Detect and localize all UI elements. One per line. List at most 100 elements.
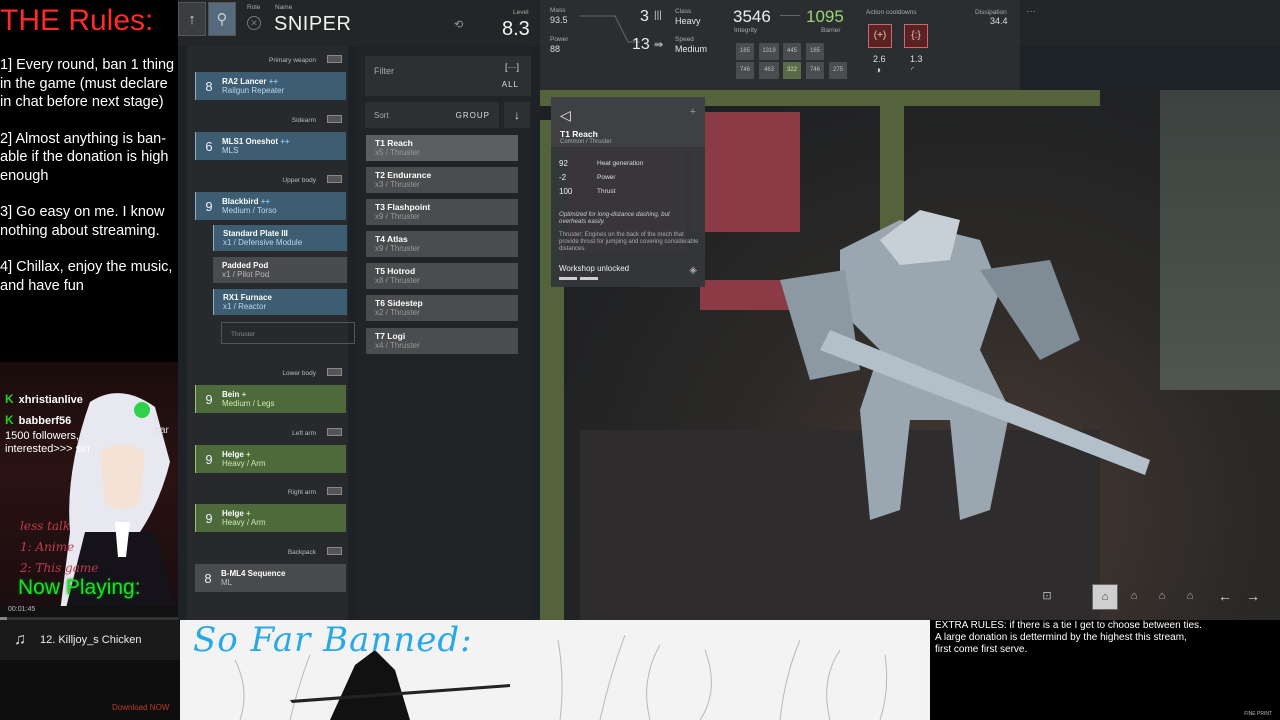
part-lower-body[interactable]: 9 Bein + Medium / Legs (195, 385, 346, 413)
part-left-arm[interactable]: 9 Helge + Heavy / Arm (195, 445, 346, 473)
note-3: 2: This game (20, 561, 99, 575)
class-icon: ||| (654, 10, 662, 21)
rotate-right-arrow-icon[interactable]: → (1240, 584, 1266, 610)
dissipation-label: Dissipation (975, 9, 1007, 16)
mech-name[interactable]: SNIPER (274, 13, 351, 36)
role-label: Role (247, 4, 261, 11)
cooldown-action-1[interactable]: (+) (868, 24, 892, 48)
item-t6-sidestep[interactable]: T6 Sidestep x2 / Thruster (366, 295, 518, 321)
rotate-left-arrow-icon[interactable]: ← (1212, 584, 1238, 610)
cooldown-2-value: 1.3 (910, 54, 923, 64)
empty-thruster-slot[interactable]: Thruster (221, 322, 355, 344)
role-icon[interactable]: ⚲ (208, 2, 236, 36)
mass-value: 93.5 (550, 15, 568, 25)
twitch-icon: K (5, 392, 14, 406)
group-lower-body: Lower body (282, 370, 316, 377)
group-primary-weapon: Primary weapon (269, 57, 316, 64)
item-t7-logi[interactable]: T7 Logi x4 / Thruster (366, 328, 518, 354)
banned-title: So Far Banned: (193, 620, 473, 660)
rule-4: 4] Chillax, enjoy the music, and have fu… (0, 259, 173, 294)
power-label: Power (550, 36, 569, 43)
workshop-icon: ◈ (689, 265, 697, 276)
tooltip-title: T1 Reach (560, 129, 598, 139)
cooldown-timer-icon: ◑ (875, 65, 882, 76)
music-progress: 00:01:45 (0, 606, 178, 620)
part-primary-weapon[interactable]: 8 RA2 Lancer ++ Railgun Repeater (195, 72, 346, 100)
part-upper-body[interactable]: 9 Blackbird ++ Medium / Torso (195, 192, 346, 220)
chat-overlay: Kxhristianlive Kbabberf56 i car 1500 fol… (0, 362, 178, 606)
class-label: Class (675, 8, 692, 15)
banned-panel: So Far Banned: (180, 620, 930, 720)
rename-icon[interactable]: ⟲ (454, 18, 463, 31)
cooldown-action-2[interactable]: {:} (904, 24, 928, 48)
speed-value: Medium (675, 44, 708, 54)
item-t4-atlas[interactable]: T4 Atlas x9 / Thruster (366, 231, 518, 257)
level-value: 8.3 (502, 18, 530, 40)
mech-model (780, 210, 1150, 520)
power-value: 88 (550, 44, 561, 54)
item-t3-flashpoint[interactable]: T3 Flashpoint x9 / Thruster (366, 199, 518, 225)
module-reactor[interactable]: RX1 Furnace x1 / Reactor (213, 289, 347, 315)
view-full-icon[interactable]: ⌂ (1092, 584, 1118, 610)
rule-1: 1] Every round, ban 1 thing in the game … (0, 57, 175, 110)
integrity-label: Integrity (734, 27, 758, 34)
now-playing-label: Now Playing: (18, 576, 141, 599)
group-left-arm: Left arm (292, 430, 316, 437)
module-defensive[interactable]: Standard Plate III x1 / Defensive Module (213, 225, 347, 251)
left-arm-icon (327, 428, 342, 436)
thruster-icon: ◁ (560, 107, 571, 123)
chat-message-2: Kbabberf56 i car (5, 413, 169, 436)
tooltip-subtitle: Common / Thruster (560, 139, 612, 145)
view-legs-icon[interactable]: ⌂ (1177, 584, 1203, 610)
rule-2: 2] Almost anything is ban-able if the do… (0, 130, 169, 184)
level-label: Level (513, 9, 529, 16)
right-arm-icon (327, 487, 342, 495)
group-sidearm: Sidearm (291, 117, 316, 124)
module-pilot-pod[interactable]: Padded Pod x1 / Pilot Pod (213, 257, 347, 283)
view-arms-icon[interactable]: ⌂ (1149, 584, 1175, 610)
photo-mode-icon[interactable]: ⊡ (1034, 584, 1060, 610)
view-upper-icon[interactable]: ⌂ (1121, 584, 1147, 610)
parts-list: Primary weapon 8 RA2 Lancer ++ Railgun Re… (187, 46, 355, 620)
part-name: RA2 Lancer ++ (222, 77, 279, 86)
fine-print-link[interactable]: FINE PRINT (1244, 711, 1272, 717)
legs-icon (327, 368, 342, 376)
class-value: Heavy (675, 16, 701, 26)
group-upper-body: Upper body (282, 177, 316, 184)
extra-rule-3: first come first serve. (935, 644, 1028, 655)
sort-button[interactable]: Sort GROUP (365, 102, 499, 128)
integrity-value: 3546 (733, 7, 771, 26)
part-right-arm[interactable]: 9 Helge + Heavy / Arm (195, 504, 346, 532)
note-2: 1: Anime (20, 540, 75, 554)
rule-3: 3] Go easy on me. I know nothing about s… (0, 204, 165, 239)
item-t5-hotrod[interactable]: T5 Hotrod x8 / Thruster (366, 263, 518, 289)
twitch-icon: K (5, 413, 14, 427)
tooltip-category-note: Thruster: Engines on the back of the mec… (559, 232, 699, 252)
item-t1-reach[interactable]: T1 Reach x5 / Thruster (366, 135, 518, 161)
rules-title: THE Rules: (0, 4, 154, 37)
track-title: 12. Killjoy_s Chicken (40, 634, 142, 646)
part-backpack[interactable]: 8 B-ML4 Sequence ML (195, 564, 346, 592)
extra-rules-panel: EXTRA RULES: if there is a tie I get to … (930, 620, 1280, 720)
filter-button[interactable]: Filter [···] ALL (365, 56, 531, 96)
group-backpack: Backpack (287, 549, 316, 556)
up-arrow-button[interactable]: ↑ (178, 2, 206, 36)
speed-number: 13 (632, 36, 650, 53)
sort-direction-arrow-icon[interactable]: ↓ (504, 102, 530, 128)
item-tooltip: ◁ + T1 Reach Common / Thruster 92 Heat g… (551, 97, 705, 287)
filter-icon: [···] (505, 62, 519, 72)
more-menu-icon[interactable]: ··· (1026, 6, 1036, 17)
role-clear-icon[interactable]: ✕ (247, 16, 261, 30)
name-label: Name (275, 4, 293, 11)
music-note-icon: ♫ (14, 631, 26, 648)
item-picker: Filter [···] ALL Sort GROUP ↓ T1 Reach x5… (356, 46, 532, 620)
note-1: less talk (20, 519, 71, 533)
download-text: Download NOW (112, 703, 170, 712)
backpack-icon (327, 547, 342, 555)
part-sidearm[interactable]: 6 MLS1 Oneshot ++ MLS (195, 132, 346, 160)
weapon-icon (327, 55, 342, 63)
chat-message-1: Kxhristianlive (5, 392, 83, 406)
cooldown-1-value: 2.6 (873, 54, 886, 64)
cooldown-label: Action cooldowns (866, 9, 917, 16)
item-t2-endurance[interactable]: T2 Endurance x3 / Thruster (366, 167, 518, 193)
